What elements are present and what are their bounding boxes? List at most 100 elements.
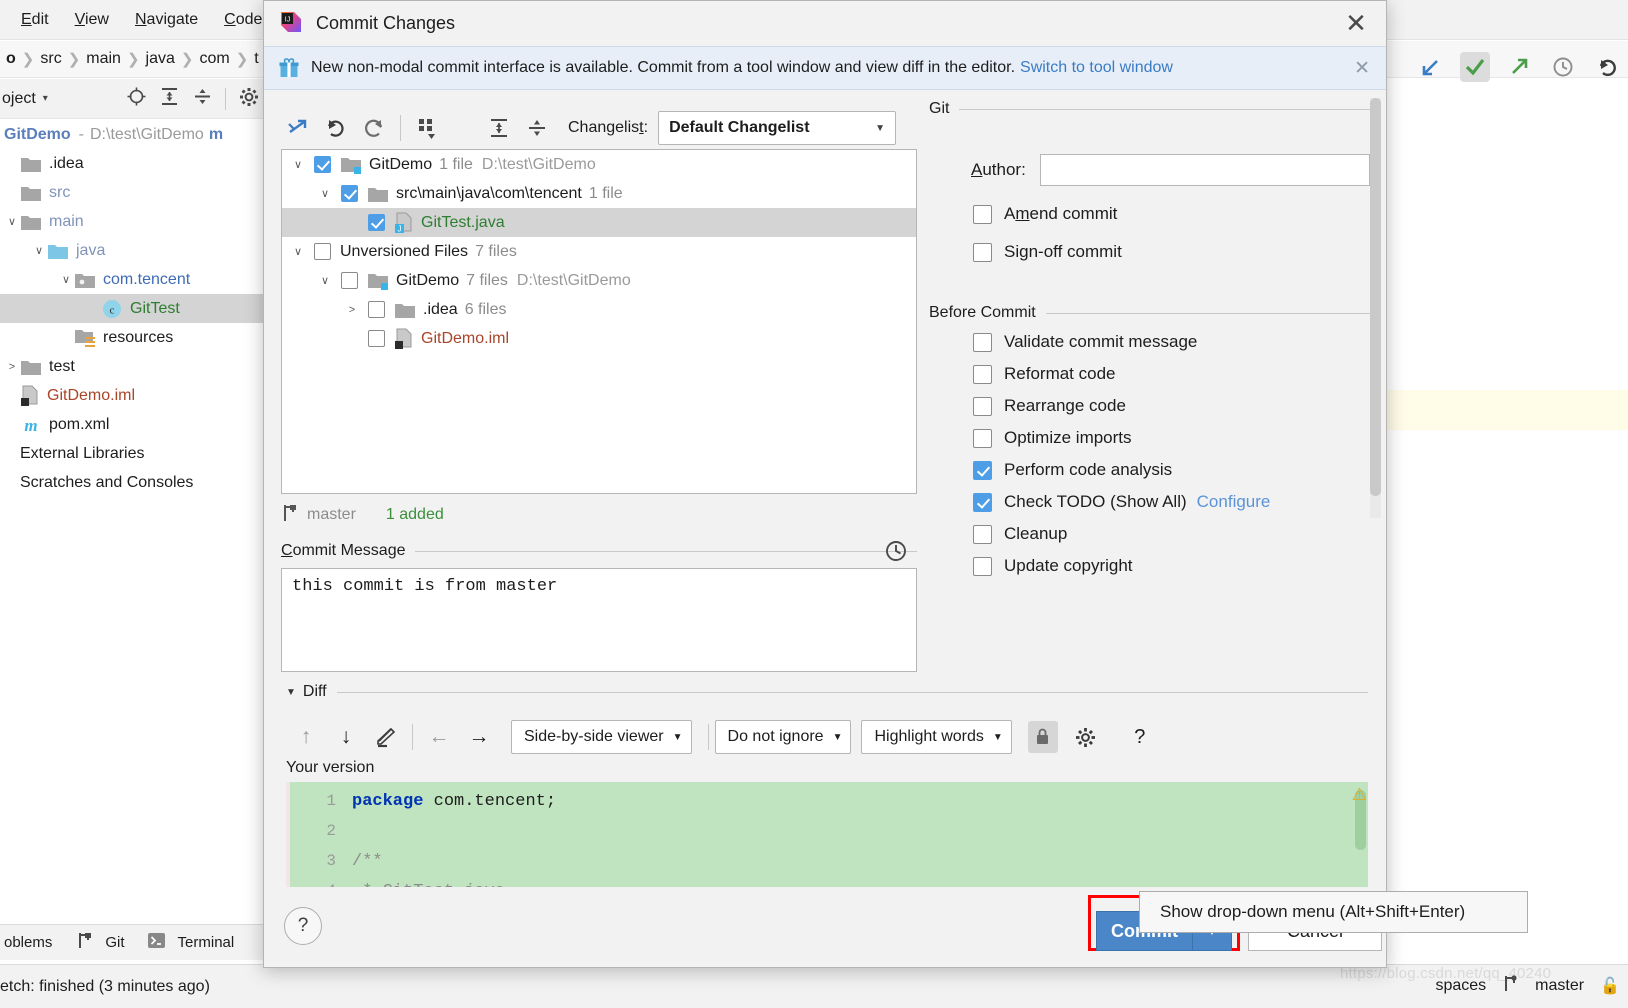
status-branch-label[interactable]: master	[1535, 977, 1584, 995]
project-tree-row[interactable]: resources	[0, 323, 268, 352]
gear-icon[interactable]	[238, 86, 260, 112]
changes-tree-checkbox[interactable]	[314, 243, 331, 260]
changes-tree-row[interactable]: ∨ Unversioned Files 7 files	[282, 237, 916, 266]
project-tree-row[interactable]: ∨ com.tencent	[0, 265, 268, 294]
changes-tree-row[interactable]: GitDemo.iml	[282, 324, 916, 353]
changes-tree-checkbox[interactable]	[341, 272, 358, 289]
accept-right-icon[interactable]: →	[459, 719, 499, 755]
changes-tree-row[interactable]: > .idea 6 files	[282, 295, 916, 324]
changes-file-tree[interactable]: ∨ GitDemo 1 file D:\test\GitDemo ∨ src\main\j…	[281, 149, 917, 494]
project-tree-row[interactable]: .idea	[0, 149, 268, 178]
chevron-down-icon[interactable]: ∨	[317, 274, 333, 287]
changes-tree-checkbox[interactable]	[341, 185, 358, 202]
amend-commit-option[interactable]: Amend commit	[973, 204, 1379, 224]
rollback-icon[interactable]	[317, 111, 355, 145]
update-project-icon[interactable]	[1416, 52, 1446, 82]
help-button[interactable]: ?	[284, 907, 322, 945]
project-tree-row[interactable]: ∨ java	[0, 236, 268, 265]
before-commit-option[interactable]: Reformat code	[973, 364, 1379, 384]
tab-problems[interactable]: oblems	[4, 934, 52, 951]
project-tree-row[interactable]: GitDemo.iml	[0, 381, 268, 410]
before-commit-checkbox[interactable]	[973, 492, 992, 512]
before-commit-checkbox[interactable]	[973, 396, 992, 416]
commit-message-input[interactable]: this commit is from master	[281, 568, 917, 672]
before-commit-option[interactable]: Perform code analysis	[973, 460, 1379, 480]
refresh-icon[interactable]	[355, 111, 393, 145]
changes-tree-checkbox[interactable]	[368, 214, 385, 231]
next-difference-icon[interactable]: ↓	[326, 719, 366, 755]
collapse-all-icon[interactable]	[518, 111, 556, 145]
project-header-label[interactable]: oject	[2, 90, 36, 108]
breadcrumb-item-0[interactable]: o	[2, 50, 20, 68]
options-scrollbar[interactable]	[1370, 98, 1381, 518]
group-by-icon[interactable]	[408, 111, 446, 145]
expand-all-icon[interactable]	[480, 111, 518, 145]
chevron-right-icon[interactable]: >	[344, 304, 360, 316]
before-commit-option[interactable]: Check TODO (Show All) Configure	[973, 492, 1379, 512]
lock-icon[interactable]	[1027, 721, 1058, 753]
before-commit-option[interactable]: Validate commit message	[973, 332, 1379, 352]
history-clock-icon[interactable]	[1548, 52, 1578, 82]
previous-difference-icon[interactable]: ↑	[286, 719, 326, 755]
project-tree-row[interactable]: Scratches and Consoles	[0, 468, 268, 497]
project-tree[interactable]: GitDemo - D:\test\GitDemo m .idea src ∨ mai…	[0, 120, 268, 898]
changes-tree-row[interactable]: ∨ GitDemo 1 file D:\test\GitDemo	[282, 150, 916, 179]
project-tree-row[interactable]: m pom.xml	[0, 410, 268, 439]
changes-tree-checkbox[interactable]	[314, 156, 331, 173]
configure-link[interactable]: Configure	[1197, 492, 1271, 512]
chevron-down-icon[interactable]: ▼	[673, 732, 683, 743]
banner-close-icon[interactable]: ✕	[1354, 57, 1376, 80]
project-tree-row[interactable]: > test	[0, 352, 268, 381]
menu-edit[interactable]: Edit	[8, 11, 62, 29]
signoff-commit-checkbox[interactable]	[973, 242, 992, 262]
before-commit-option[interactable]: Optimize imports	[973, 428, 1379, 448]
history-clock-icon[interactable]	[884, 539, 908, 567]
accept-left-icon[interactable]: ←	[419, 719, 459, 755]
project-tree-row[interactable]: c GitTest	[0, 294, 268, 323]
tab-terminal[interactable]: Terminal	[178, 934, 235, 951]
breadcrumb-item-3[interactable]: java	[142, 50, 179, 68]
chevron-down-icon[interactable]: ∨	[31, 244, 47, 257]
chevron-down-icon[interactable]: ∨	[290, 158, 306, 171]
author-input[interactable]	[1039, 154, 1370, 186]
locate-icon[interactable]	[126, 86, 147, 111]
tab-git[interactable]: Git	[105, 934, 124, 951]
options-scrollbar-thumb[interactable]	[1370, 98, 1381, 496]
project-tree-row[interactable]: External Libraries	[0, 439, 268, 468]
chevron-down-icon[interactable]: ∨	[58, 273, 74, 286]
project-root-row[interactable]: GitDemo - D:\test\GitDemo m	[0, 120, 268, 149]
before-commit-option[interactable]: Update copyright	[973, 556, 1379, 576]
chevron-down-icon[interactable]: ▾	[43, 93, 48, 104]
switch-to-tool-window-link[interactable]: Switch to tool window	[1020, 59, 1173, 77]
diff-help-icon[interactable]: ?	[1120, 719, 1160, 755]
ignore-mode-dropdown[interactable]: Do not ignore ▼	[714, 720, 852, 754]
chevron-down-icon[interactable]: ▼	[833, 732, 843, 743]
chevron-down-icon[interactable]: ▼	[993, 732, 1003, 743]
project-tree-row[interactable]: src	[0, 178, 268, 207]
collapse-all-icon[interactable]	[192, 86, 213, 111]
indent-spaces-label[interactable]: spaces	[1435, 977, 1486, 995]
chevron-right-icon[interactable]: >	[4, 361, 20, 373]
breadcrumb-item-4[interactable]: com	[195, 50, 233, 68]
before-commit-checkbox[interactable]	[973, 556, 992, 576]
menu-navigate[interactable]: Navigate	[122, 11, 211, 29]
diff-section-title[interactable]: ▼ Diff	[286, 683, 1368, 701]
edit-source-icon[interactable]	[366, 719, 406, 755]
before-commit-checkbox[interactable]	[973, 524, 992, 544]
changes-tree-checkbox[interactable]	[368, 301, 385, 318]
expand-all-icon[interactable]	[159, 86, 180, 111]
signoff-commit-option[interactable]: Sign-off commit	[973, 242, 1379, 262]
menu-view[interactable]: View	[62, 11, 122, 29]
changes-tree-row[interactable]: ∨ GitDemo 7 files D:\test\GitDemo	[282, 266, 916, 295]
breadcrumb-item-2[interactable]: main	[82, 50, 125, 68]
breadcrumb-item-1[interactable]: src	[36, 50, 65, 68]
changelist-combo[interactable]: Default Changelist ▼	[658, 111, 897, 145]
gear-icon[interactable]	[1066, 719, 1106, 755]
project-tree-row[interactable]: ∨ main	[0, 207, 268, 236]
triangle-down-icon[interactable]: ▼	[286, 687, 296, 698]
changes-tree-row[interactable]: ∨ src\main\java\com\tencent 1 file	[282, 179, 916, 208]
before-commit-checkbox[interactable]	[973, 428, 992, 448]
before-commit-checkbox[interactable]	[973, 364, 992, 384]
changes-tree-row[interactable]: J GitTest.java	[282, 208, 916, 237]
viewer-mode-dropdown[interactable]: Side-by-side viewer ▼	[511, 720, 692, 754]
